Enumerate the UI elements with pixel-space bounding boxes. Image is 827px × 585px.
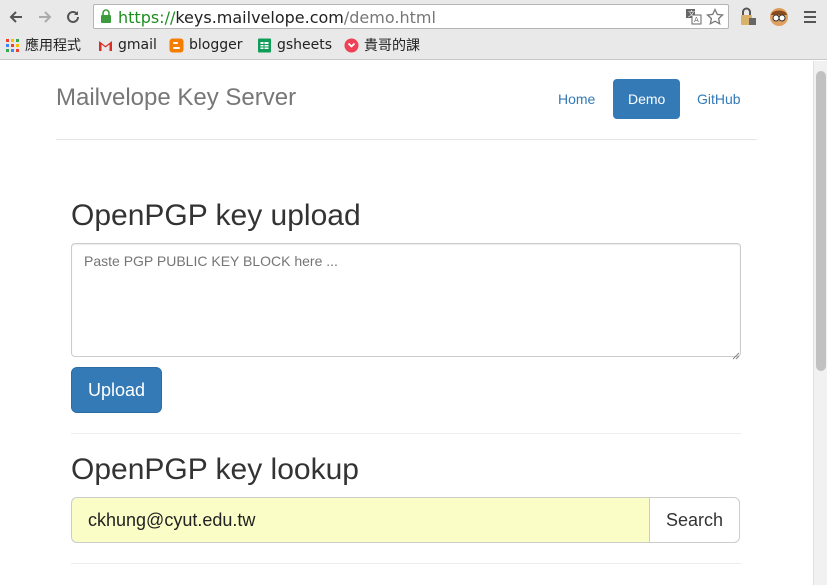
sheets-icon [257, 38, 272, 53]
section-divider [71, 563, 741, 564]
upload-heading: OpenPGP key upload [71, 199, 361, 232]
back-button[interactable] [5, 6, 27, 28]
resize-grip-icon[interactable] [731, 347, 740, 365]
extension-avatar-icon[interactable] [768, 6, 790, 28]
bookmark-gmail[interactable]: gmail [98, 35, 157, 55]
address-bar[interactable]: https://keys.mailvelope.com/demo.html 文A [93, 4, 729, 29]
key-textarea[interactable] [71, 243, 741, 357]
url-text: https://keys.mailvelope.com/demo.html [118, 8, 436, 27]
lookup-heading: OpenPGP key lookup [71, 453, 359, 486]
upload-button[interactable]: Upload [71, 367, 162, 413]
pocket-icon [344, 38, 359, 53]
browser-toolbar: https://keys.mailvelope.com/demo.html 文A… [0, 0, 827, 60]
reload-icon [67, 10, 79, 23]
bookmark-blogger[interactable]: blogger [169, 35, 242, 55]
gmail-icon [98, 38, 113, 53]
arrow-right-icon [39, 11, 52, 23]
blogger-icon [169, 38, 184, 53]
page-content: Mailvelope Key Server Home Demo GitHub O… [0, 61, 813, 585]
lookup-input-group: Search [71, 497, 740, 543]
bookmark-gsheets[interactable]: gsheets [257, 35, 332, 55]
bookmark-label: gsheets [277, 37, 333, 53]
bookmark-label: blogger [189, 37, 243, 53]
nav-github[interactable]: GitHub [682, 79, 756, 119]
page-scrollbar[interactable] [813, 61, 827, 585]
star-icon[interactable] [706, 7, 724, 31]
forward-button[interactable] [34, 6, 56, 28]
bookmark-apps[interactable]: 應用程式 [5, 35, 81, 55]
bookmark-label: gmail [118, 37, 157, 53]
bookmark-label: 應用程式 [25, 38, 81, 54]
search-button[interactable]: Search [649, 497, 740, 543]
arrow-left-icon [9, 11, 22, 23]
lock-icon [100, 9, 112, 29]
translate-icon[interactable]: 文A [685, 8, 702, 30]
svg-text:A: A [694, 16, 699, 24]
reload-button[interactable] [62, 6, 84, 28]
nav-home[interactable]: Home [543, 79, 610, 119]
bookmarks-bar: 應用程式 gmail blogger gsheets 貴哥的課 [0, 33, 827, 57]
extension-lock-icon[interactable] [737, 6, 759, 28]
nav-demo[interactable]: Demo [613, 79, 681, 119]
section-divider [71, 433, 741, 434]
brand-title[interactable]: Mailvelope Key Server [56, 84, 296, 112]
scrollbar-thumb[interactable] [816, 71, 826, 371]
header-divider [56, 139, 757, 140]
bookmark-label: 貴哥的課 [364, 38, 420, 54]
menu-icon[interactable] [799, 6, 821, 28]
apps-grid-icon [5, 38, 20, 53]
bookmark-course[interactable]: 貴哥的課 [344, 35, 420, 55]
search-input[interactable] [71, 497, 651, 543]
